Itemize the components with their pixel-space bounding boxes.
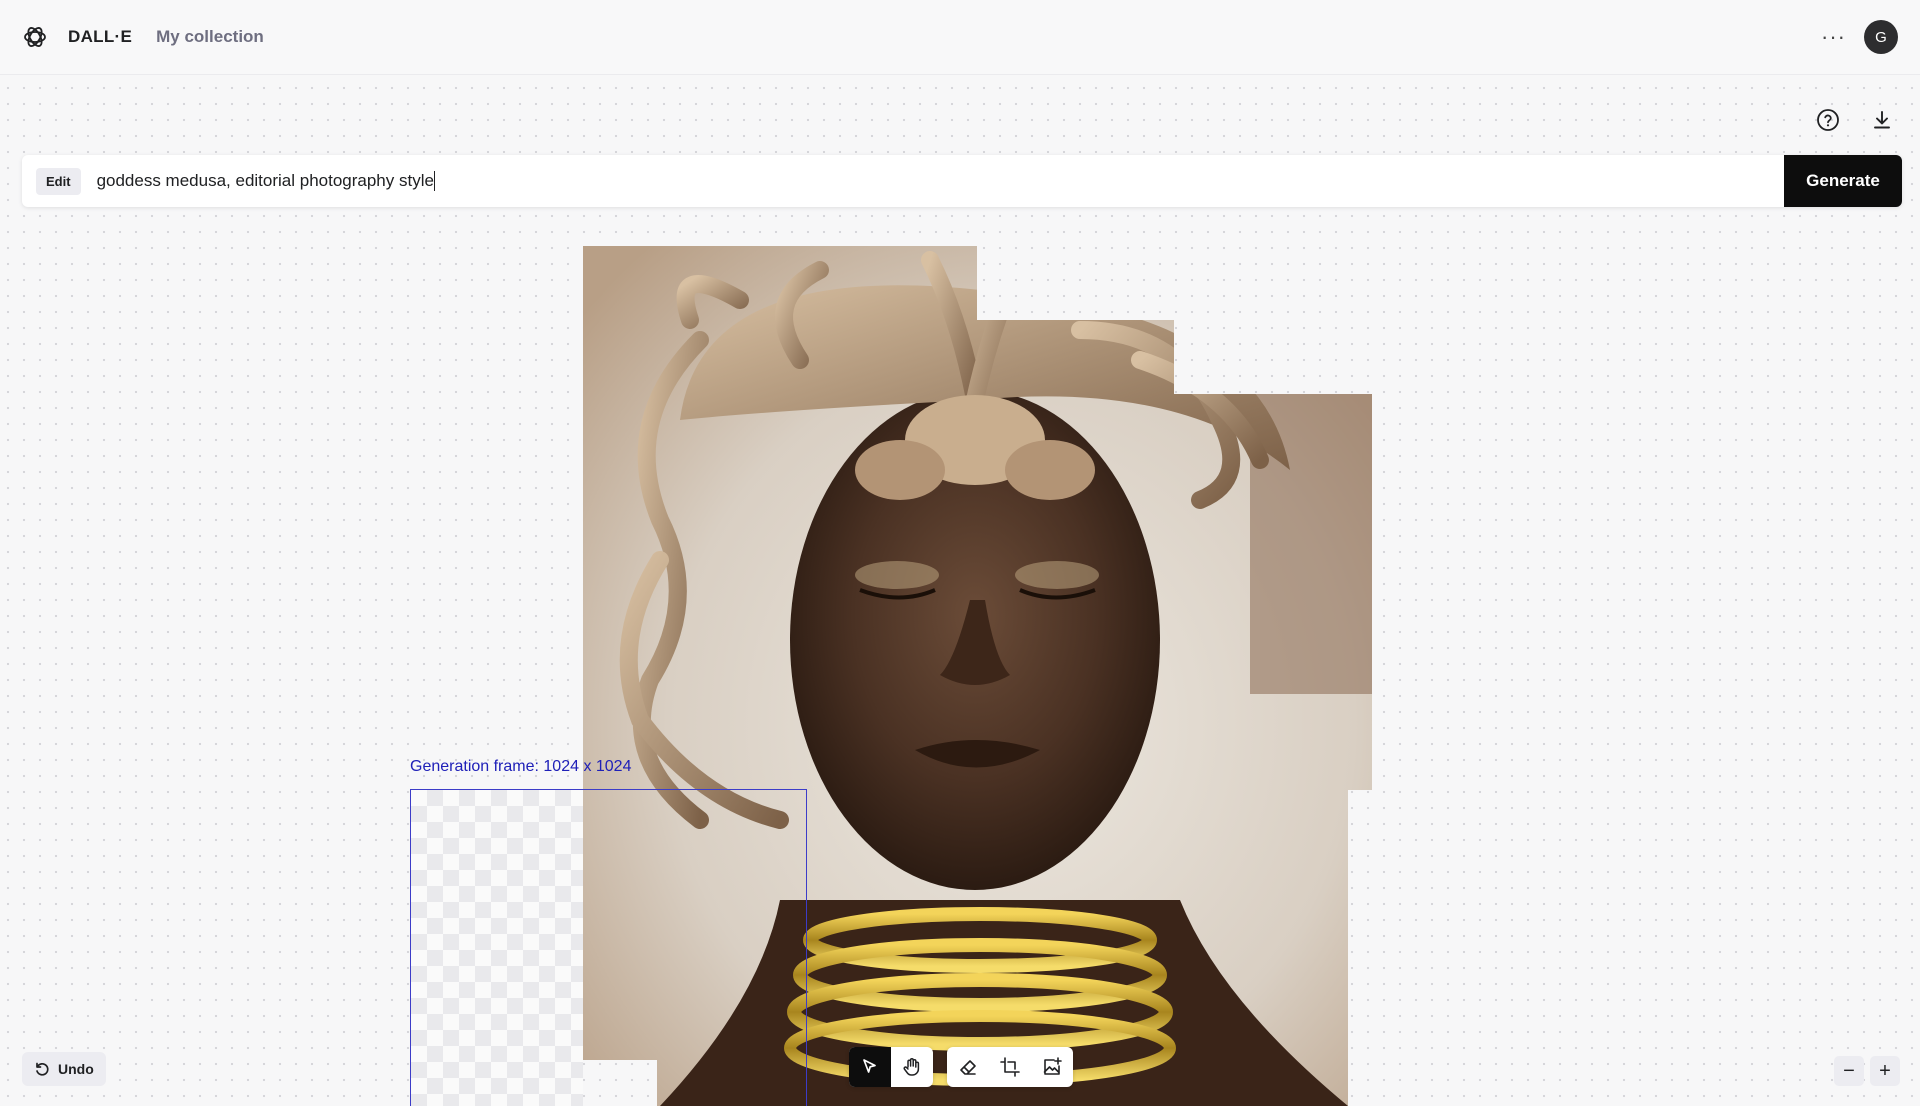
hand-pan-icon[interactable] — [891, 1047, 933, 1087]
brand-title[interactable]: DALL·E — [68, 27, 132, 47]
prompt-bar: Edit goddess medusa, editorial photograp… — [22, 155, 1902, 207]
undo-icon — [36, 1062, 49, 1076]
edit-mode-badge: Edit — [36, 167, 81, 195]
eraser-icon[interactable] — [947, 1047, 989, 1087]
prompt-input-value: goddess medusa, editorial photography st… — [96, 171, 434, 190]
text-caret — [433, 171, 436, 191]
select-arrow-icon[interactable] — [849, 1047, 891, 1087]
zoom-in-button[interactable]: + — [1870, 1056, 1900, 1086]
download-icon[interactable] — [1868, 106, 1896, 134]
avatar[interactable]: G — [1864, 20, 1898, 54]
navigation-tool-group — [849, 1047, 933, 1087]
generation-frame-label: Generation frame: 1024 x 1024 — [410, 758, 632, 775]
undo-button[interactable]: Undo — [22, 1052, 106, 1086]
undo-label: Undo — [58, 1061, 94, 1077]
generate-button[interactable]: Generate — [1784, 155, 1902, 207]
edit-tool-group — [947, 1047, 1073, 1087]
generation-frame[interactable] — [410, 789, 807, 1106]
nav-my-collection[interactable]: My collection — [156, 27, 264, 47]
add-frame-icon[interactable] — [989, 1047, 1031, 1087]
prompt-input[interactable]: goddess medusa, editorial photography st… — [97, 171, 1784, 191]
top-bar: DALL·E My collection ··· G — [0, 0, 1920, 75]
canvas-toolbar — [849, 1047, 1073, 1087]
zoom-controls: − + — [1834, 1056, 1900, 1086]
ellipsis-icon[interactable]: ··· — [1821, 26, 1846, 48]
help-circle-icon[interactable] — [1814, 106, 1842, 134]
openai-logo-icon[interactable] — [22, 24, 48, 50]
upload-image-icon[interactable] — [1031, 1047, 1073, 1087]
zoom-out-button[interactable]: − — [1834, 1056, 1864, 1086]
